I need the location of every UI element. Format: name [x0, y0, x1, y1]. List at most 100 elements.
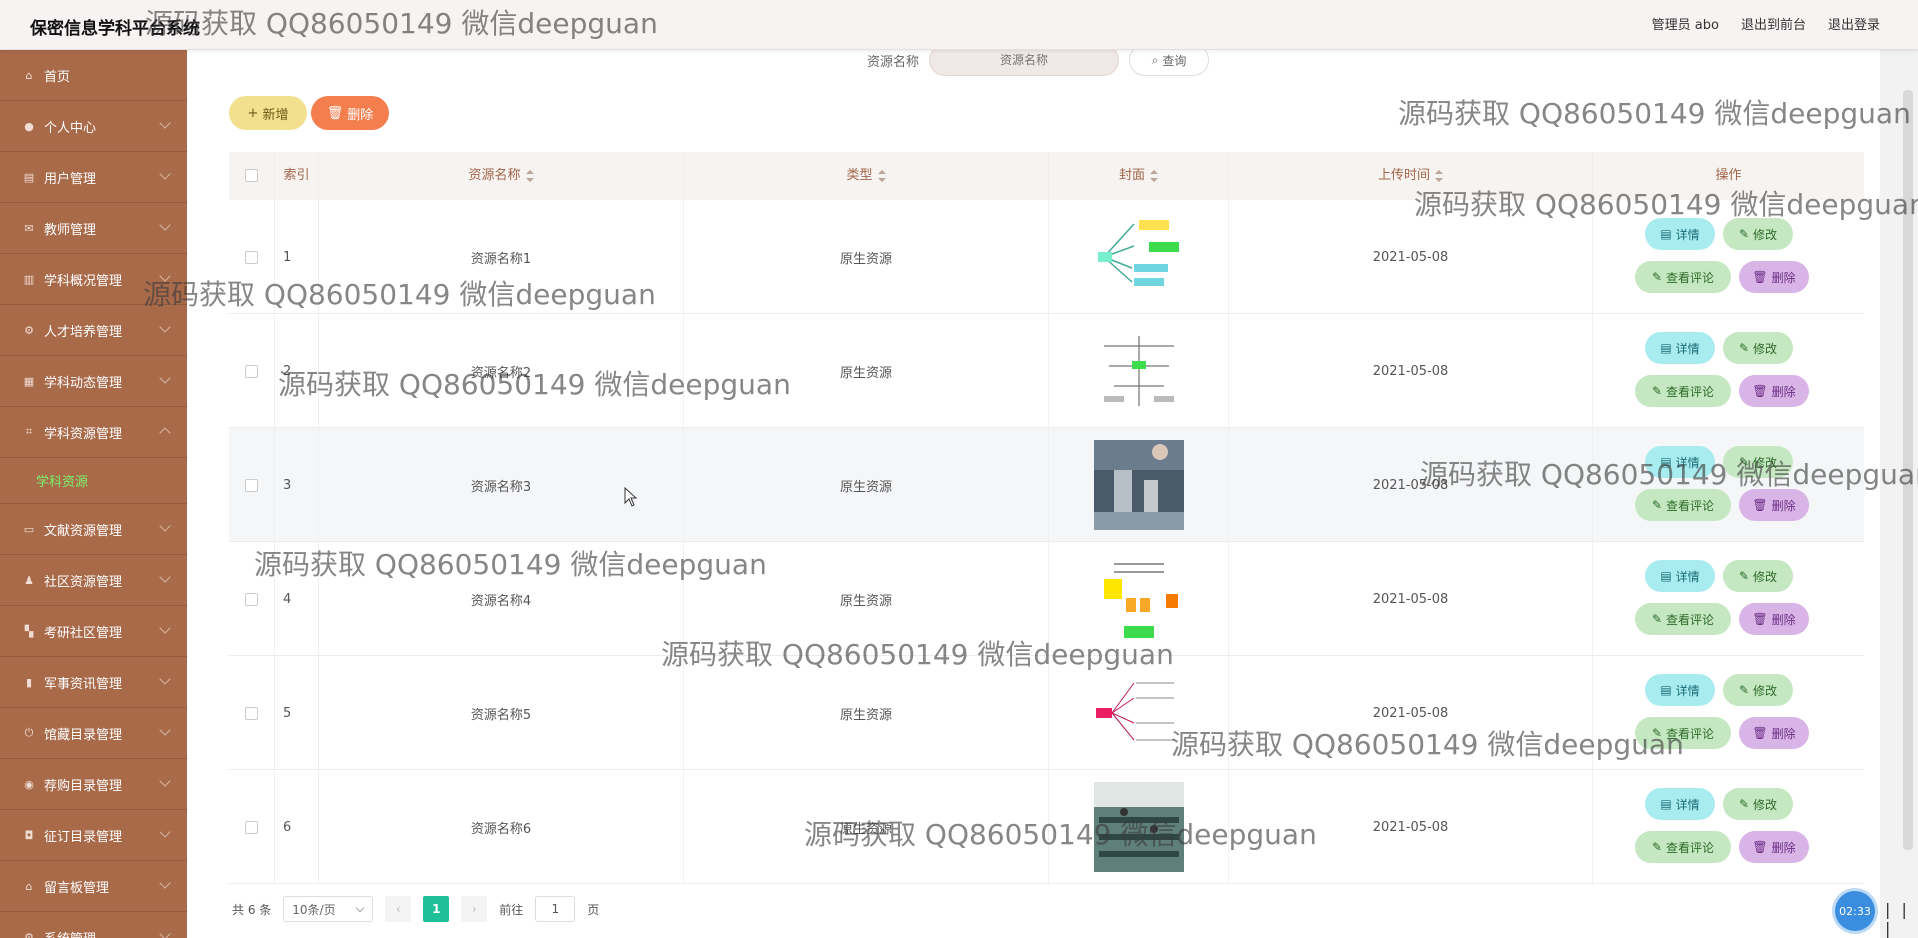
sidebar-item-overview[interactable]: ▥ 学科概况管理 — [0, 254, 187, 305]
next-page-button[interactable]: › — [461, 896, 488, 922]
edit-button[interactable]: ✎ 修改 — [1723, 446, 1793, 478]
admin-user-label[interactable]: 管理员 abo — [1652, 14, 1719, 33]
sort-icon[interactable] — [1435, 169, 1443, 182]
sort-icon[interactable] — [877, 169, 886, 182]
table-row[interactable]: 6 资源名称6 原生资源 2021-05-08 ▤ 详情 ✎ 修改 ✎ 查看评论 🗑 删除 — [229, 770, 1864, 884]
recording-timer[interactable]: 02:33 — [1835, 891, 1875, 931]
table-row[interactable]: 1 资源名称1 原生资源 2021-05-08 ▤ 详情 ✎ 修改 ✎ 查看评论 🗑 删除 — [229, 200, 1864, 314]
row-cover[interactable] — [1049, 542, 1229, 656]
sidebar-item-messages[interactable]: ⌂ 留言板管理 — [0, 861, 187, 912]
row-checkbox[interactable] — [245, 365, 258, 378]
delete-button[interactable]: 🗑 删除 — [1739, 261, 1809, 293]
table-row[interactable]: 3 资源名称3 原生资源 2021-05-08 ▤ 详情 ✎ 修改 ✎ 查看评论 🗑 删除 — [229, 428, 1864, 542]
edit-button[interactable]: ✎ 修改 — [1723, 674, 1793, 706]
sidebar-item-subscription[interactable]: ◘ 征订目录管理 — [0, 810, 187, 861]
sidebar-item-recommend[interactable]: ◉ 荐购目录管理 — [0, 759, 187, 810]
sidebar-subitem-resources[interactable]: 学科资源 — [0, 458, 187, 504]
view-comments-label: 查看评论 — [1666, 384, 1715, 399]
header-cover[interactable]: 封面 — [1049, 152, 1229, 200]
row-name: 资源名称5 — [319, 656, 684, 770]
row-name: 资源名称1 — [319, 200, 684, 314]
sidebar-item-profile[interactable]: ● 个人中心 — [0, 101, 187, 152]
detail-button[interactable]: ▤ 详情 — [1645, 446, 1715, 478]
sidebar-item-teachers[interactable]: ✉ 教师管理 — [0, 203, 187, 254]
delete-button[interactable]: 🗑 删除 — [1739, 489, 1809, 521]
edit-button[interactable]: ✎ 修改 — [1723, 218, 1793, 250]
table-row[interactable]: 5 资源名称5 原生资源 2021-05-08 ▤ 详情 ✎ 修改 ✎ 查看评论 🗑 删除 — [229, 656, 1864, 770]
edit-button[interactable]: ✎ 修改 — [1723, 560, 1793, 592]
batch-delete-button[interactable]: 🗑 删除 — [311, 96, 389, 130]
row-cover[interactable] — [1049, 656, 1229, 770]
plus-icon: + — [247, 105, 259, 121]
detail-button[interactable]: ▤ 详情 — [1645, 788, 1715, 820]
detail-button[interactable]: ▤ 详情 — [1645, 560, 1715, 592]
row-checkbox[interactable] — [245, 251, 258, 264]
sidebar-item-label: 个人中心 — [44, 120, 97, 136]
row-upload-time: 2021-05-08 — [1229, 656, 1593, 770]
sidebar-item-collection[interactable]: ⏻ 馆藏目录管理 — [0, 708, 187, 759]
page-number-1[interactable]: 1 — [423, 896, 450, 922]
mail-icon: ✉ — [24, 221, 34, 235]
bar-icon: ▮ — [25, 675, 33, 689]
header-upload-time[interactable]: 上传时间 — [1229, 152, 1593, 200]
chart-icon: ▥ — [23, 272, 35, 286]
page-size-select[interactable]: 10条/页 — [283, 896, 374, 922]
delete-button[interactable]: 🗑 删除 — [1739, 717, 1809, 749]
add-button[interactable]: + 新增 — [229, 96, 307, 130]
delete-button[interactable]: 🗑 删除 — [1739, 603, 1809, 635]
view-comments-button[interactable]: ✎ 查看评论 — [1635, 375, 1731, 407]
row-checkbox[interactable] — [245, 479, 258, 492]
row-cover[interactable] — [1049, 314, 1229, 428]
edit-button[interactable]: ✎ 修改 — [1723, 332, 1793, 364]
logout-link[interactable]: 退出登录 — [1828, 14, 1880, 33]
edit-button[interactable]: ✎ 修改 — [1723, 788, 1793, 820]
add-button-label: 新增 — [262, 107, 289, 123]
row-cover[interactable] — [1049, 770, 1229, 884]
row-cover[interactable] — [1049, 200, 1229, 314]
sidebar-item-dynamics[interactable]: ▦ 学科动态管理 — [0, 356, 187, 407]
prev-page-button[interactable]: ‹ — [385, 896, 412, 922]
view-comments-button[interactable]: ✎ 查看评论 — [1635, 831, 1731, 863]
cog-icon: ⚙ — [24, 930, 34, 938]
delete-button[interactable]: 🗑 删除 — [1739, 831, 1809, 863]
sidebar-item-community[interactable]: ♟ 社区资源管理 — [0, 555, 187, 606]
row-checkbox[interactable] — [245, 707, 258, 720]
sidebar-item-military[interactable]: ▮ 军事资讯管理 — [0, 657, 187, 708]
scrollbar-thumb[interactable] — [1903, 90, 1913, 850]
table-row[interactable]: 4 资源名称4 原生资源 2021-05-08 ▤ 详情 ✎ 修改 ✎ 查看评论 🗑 删除 — [229, 542, 1864, 656]
view-comments-button[interactable]: ✎ 查看评论 — [1635, 261, 1731, 293]
detail-button[interactable]: ▤ 详情 — [1645, 218, 1715, 250]
header-type[interactable]: 类型 — [684, 152, 1049, 200]
sidebar-item-literature[interactable]: ▭ 文献资源管理 — [0, 504, 187, 555]
power-icon: ⏻ — [24, 726, 34, 739]
row-checkbox[interactable] — [245, 593, 258, 606]
table-row[interactable]: 2 资源名称2 原生资源 2021-05-08 ▤ 详情 ✎ 修改 ✎ 查看评论 🗑 删除 — [229, 314, 1864, 428]
detail-button[interactable]: ▤ 详情 — [1645, 332, 1715, 364]
sidebar-item-system[interactable]: ⚙ 系统管理 — [0, 912, 187, 938]
delete-button-label: 删除 — [1771, 498, 1796, 513]
delete-button[interactable]: 🗑 删除 — [1739, 375, 1809, 407]
sort-icon[interactable] — [1150, 169, 1158, 182]
chevron-down-icon — [159, 673, 171, 685]
goto-page-input[interactable] — [535, 896, 576, 922]
pencil-icon: ✎ — [1651, 384, 1663, 398]
sort-icon[interactable] — [525, 169, 534, 182]
back-to-front-link[interactable]: 退出到前台 — [1741, 14, 1806, 33]
row-checkbox[interactable] — [245, 821, 258, 834]
select-all-checkbox[interactable] — [245, 169, 258, 182]
view-comments-button[interactable]: ✎ 查看评论 — [1635, 717, 1731, 749]
detail-button[interactable]: ▤ 详情 — [1645, 674, 1715, 706]
row-cover[interactable] — [1049, 428, 1229, 542]
top-bar: 保密信息学科平台系统 管理员 abo 退出到前台 退出登录 — [0, 0, 1918, 50]
recording-pause-icon[interactable]: | | | — [1885, 900, 1918, 938]
view-comments-button[interactable]: ✎ 查看评论 — [1635, 489, 1731, 521]
sidebar-item-kaoyan[interactable]: ▚ 考研社区管理 — [0, 606, 187, 657]
sidebar-item-talent[interactable]: ⚙ 人才培养管理 — [0, 305, 187, 356]
sidebar-item-home[interactable]: ⌂ 首页 — [0, 50, 187, 101]
header-name[interactable]: 资源名称 — [319, 152, 684, 200]
row-upload-time: 2021-05-08 — [1229, 200, 1593, 314]
view-comments-button[interactable]: ✎ 查看评论 — [1635, 603, 1731, 635]
sidebar-item-resources[interactable]: ⌗ 学科资源管理 — [0, 407, 187, 458]
row-type: 原生资源 — [684, 770, 1049, 884]
sidebar-item-users[interactable]: ▤ 用户管理 — [0, 152, 187, 203]
